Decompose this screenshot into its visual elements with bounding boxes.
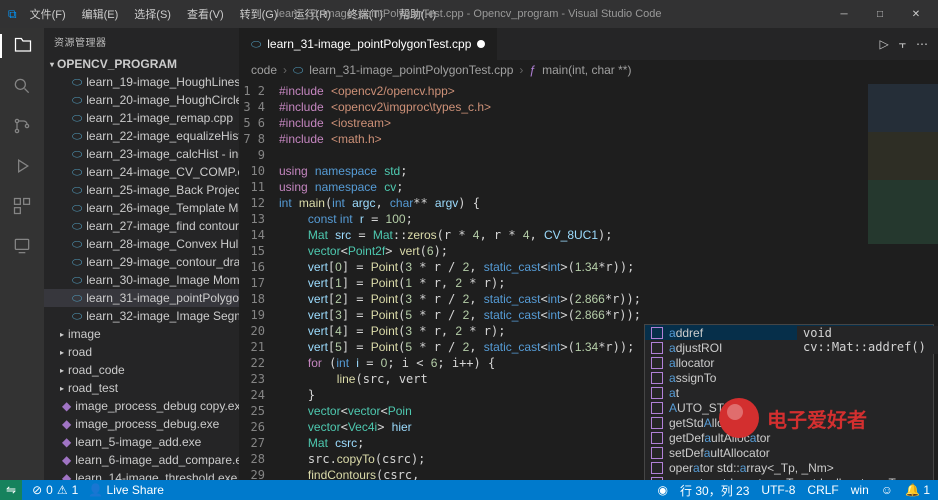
menu-view[interactable]: 查看(V) bbox=[180, 2, 231, 26]
menu-edit[interactable]: 编辑(E) bbox=[75, 2, 126, 26]
file-item[interactable]: ⬭learn_21-image_remap.cpp bbox=[44, 109, 239, 127]
notification-icon[interactable]: 🔔 1 bbox=[905, 483, 930, 497]
file-item[interactable]: ◆learn_14-image_threshold.exe bbox=[44, 469, 239, 480]
output-icon[interactable]: ◉ bbox=[658, 483, 668, 497]
editor-tab[interactable]: ⬭ learn_31-image_pointPolygonTest.cpp bbox=[239, 28, 498, 60]
win[interactable]: win bbox=[851, 483, 869, 497]
file-item[interactable]: ◆image_process_debug copy.exe bbox=[44, 397, 239, 415]
breadcrumb[interactable]: code› ⬭learn_31-image_pointPolygonTest.c… bbox=[239, 60, 938, 80]
file-item[interactable]: ◆learn_5-image_add.exe bbox=[44, 433, 239, 451]
remote-icon[interactable] bbox=[10, 234, 34, 258]
tab-label: learn_31-image_pointPolygonTest.cpp bbox=[267, 37, 471, 51]
suggest-item[interactable]: allocator bbox=[645, 355, 933, 370]
status-bar: ⇋ ⊘ 0 ⚠ 1 👤 Live Share ◉ 行 30，列 23 UTF-8… bbox=[0, 480, 938, 500]
encoding[interactable]: UTF-8 bbox=[761, 483, 795, 497]
file-item[interactable]: ⬭learn_19-image_HoughLinesP.cpp bbox=[44, 73, 239, 91]
modified-indicator-icon bbox=[477, 40, 485, 48]
suggest-item[interactable]: operator std::array<_Tp, _Nm> bbox=[645, 460, 933, 475]
file-tree: ⬭learn_19-image_HoughLinesP.cpp ⬭learn_2… bbox=[44, 73, 239, 480]
folder-item[interactable]: ▸road_test bbox=[44, 379, 239, 397]
suggest-item[interactable]: operator std::vector<_Tp, std::allocator… bbox=[645, 475, 933, 480]
file-item[interactable]: ⬭learn_27-image_find contour in your ima… bbox=[44, 217, 239, 235]
maximize-button[interactable]: □ bbox=[866, 4, 894, 24]
cursor-position[interactable]: 行 30，列 23 bbox=[680, 482, 749, 499]
eol[interactable]: CRLF bbox=[807, 483, 838, 497]
explorer-icon[interactable] bbox=[0, 34, 44, 58]
live-share[interactable]: 👤 Live Share bbox=[88, 483, 164, 497]
file-item[interactable]: ⬭learn_32-image_Image Segmentation.cpp bbox=[44, 307, 239, 325]
window-title: learn_31-image_pointPolygonTest.cpp - Op… bbox=[276, 8, 661, 20]
file-item[interactable]: ⬭learn_23-image_calcHist - inginging.cpp bbox=[44, 145, 239, 163]
file-item-selected[interactable]: ⬭learn_31-image_pointPolygonTest.cpp1 bbox=[44, 289, 239, 307]
more-icon[interactable]: ⋯ bbox=[916, 37, 928, 52]
suggest-item[interactable]: assignTo bbox=[645, 370, 933, 385]
sidebar: 资源管理器 ▾OPENCV_PROGRAM ⬭learn_19-image_Ho… bbox=[44, 28, 239, 480]
extensions-icon[interactable] bbox=[10, 194, 34, 218]
minimize-button[interactable]: ─ bbox=[830, 4, 858, 24]
feedback-icon[interactable]: ☺ bbox=[881, 483, 893, 497]
scm-icon[interactable] bbox=[10, 114, 34, 138]
activity-bar bbox=[0, 28, 44, 480]
section-header[interactable]: ▾OPENCV_PROGRAM bbox=[44, 55, 239, 73]
menu-file[interactable]: 文件(F) bbox=[23, 2, 73, 26]
vscode-logo-icon: ⧉ bbox=[8, 7, 17, 22]
watermark-logo-icon bbox=[719, 398, 759, 438]
run-icon[interactable]: ▷ bbox=[879, 37, 888, 52]
editor-tabs: ⬭ learn_31-image_pointPolygonTest.cpp ▷ … bbox=[239, 28, 938, 60]
folder-item[interactable]: ▸road_code bbox=[44, 361, 239, 379]
sidebar-title: 资源管理器 bbox=[44, 28, 239, 55]
file-item[interactable]: ⬭learn_20-image_HoughCircles.cpp bbox=[44, 91, 239, 109]
menu-selection[interactable]: 选择(S) bbox=[127, 2, 178, 26]
file-item[interactable]: ⬭learn_26-image_Template Match.cpp bbox=[44, 199, 239, 217]
file-item[interactable]: ◆learn_6-image_add_compare.exe bbox=[44, 451, 239, 469]
folder-item[interactable]: ▸image bbox=[44, 325, 239, 343]
file-item[interactable]: ⬭learn_29-image_contour_draw_rect_ect.cp… bbox=[44, 253, 239, 271]
watermark: 电子爱好者 bbox=[719, 398, 867, 438]
folder-item[interactable]: ▸road bbox=[44, 343, 239, 361]
split-icon[interactable]: ⫟ bbox=[899, 37, 906, 52]
line-gutter: 1 2 3 4 5 6 7 8 9 10 11 12 13 14 15 16 1… bbox=[239, 80, 279, 480]
file-item[interactable]: ◆image_process_debug.exe bbox=[44, 415, 239, 433]
debug-icon[interactable] bbox=[10, 154, 34, 178]
problems-indicator[interactable]: ⊘ 0 ⚠ 1 bbox=[32, 483, 78, 497]
remote-indicator[interactable]: ⇋ bbox=[0, 480, 22, 500]
file-item[interactable]: ⬭learn_22-image_equalizeHist.cpp bbox=[44, 127, 239, 145]
search-icon[interactable] bbox=[10, 74, 34, 98]
file-item[interactable]: ⬭learn_28-image_Convex Hull.cpp bbox=[44, 235, 239, 253]
file-item[interactable]: ⬭learn_25-image_Back Projection.cpp bbox=[44, 181, 239, 199]
file-item[interactable]: ⬭learn_24-image_CV_COMP.cpp bbox=[44, 163, 239, 181]
close-button[interactable]: ✕ bbox=[902, 4, 930, 24]
signature-help: void cv::Mat::addref() bbox=[797, 326, 938, 354]
suggest-item[interactable]: setDefaultAllocator bbox=[645, 445, 933, 460]
watermark-text: 电子爱好者 bbox=[767, 404, 867, 433]
file-item[interactable]: ⬭learn_30-image_Image Moments.cpp bbox=[44, 271, 239, 289]
